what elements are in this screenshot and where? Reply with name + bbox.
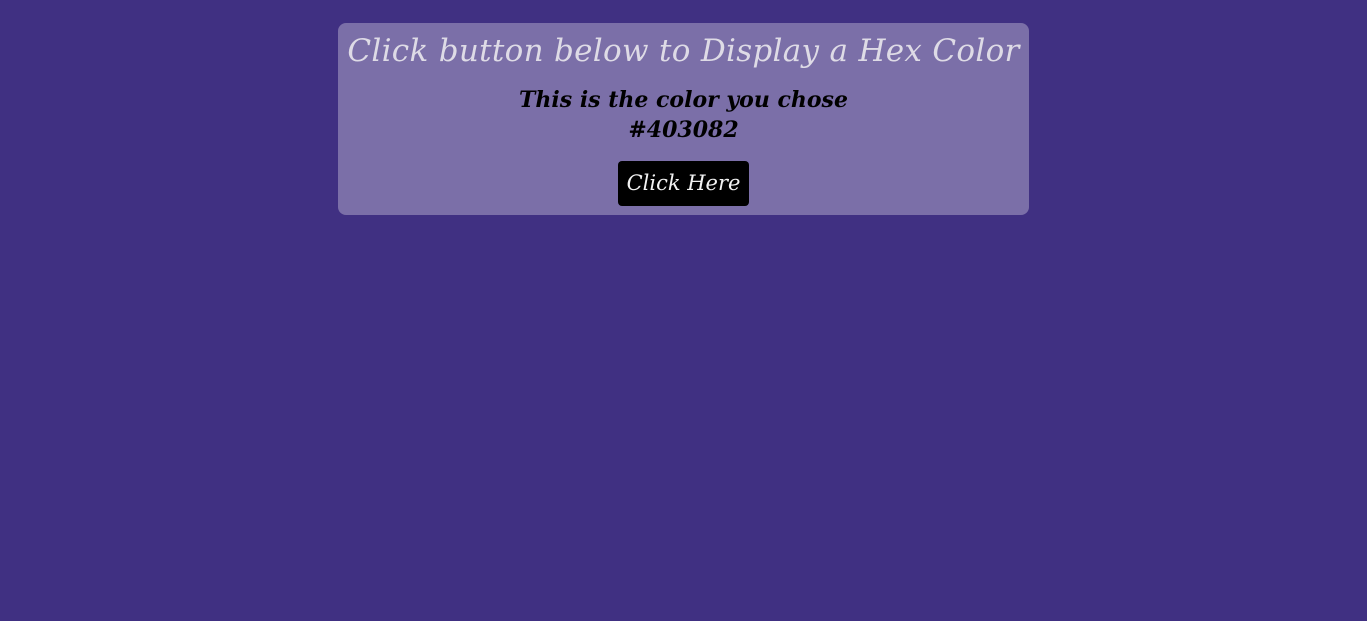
click-here-button[interactable]: Click Here	[618, 161, 749, 206]
chosen-color-label: This is the color you chose	[519, 87, 848, 113]
hex-color-value: #403082	[628, 117, 739, 143]
color-card: Click button below to Display a Hex Colo…	[338, 23, 1029, 215]
page-title: Click button below to Display a Hex Colo…	[347, 33, 1020, 69]
